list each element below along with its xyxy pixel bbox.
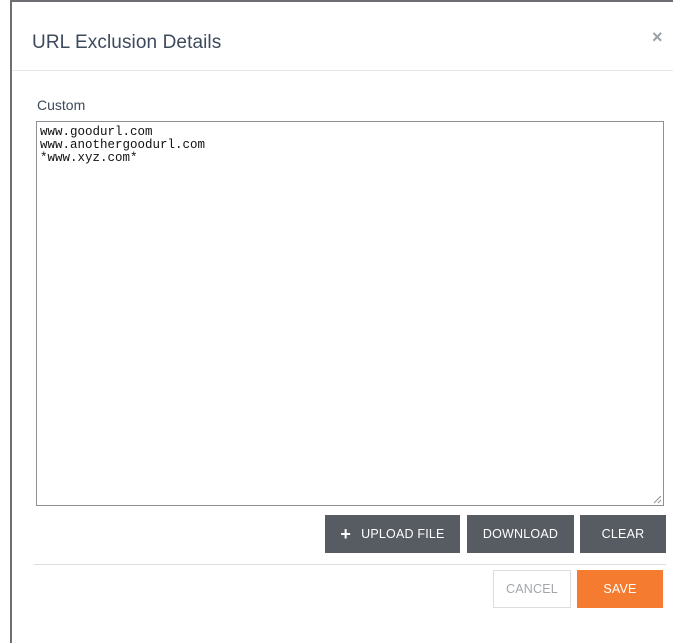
download-button[interactable]: DOWNLOAD xyxy=(467,515,574,553)
header-divider xyxy=(12,70,673,71)
resize-grip-icon[interactable] xyxy=(653,495,662,504)
url-exclusion-dialog: URL Exclusion Details × Custom www.goodu… xyxy=(10,0,673,643)
custom-url-textarea[interactable]: www.goodurl.com www.anothergoodurl.com *… xyxy=(37,122,663,505)
custom-url-textarea-container: www.goodurl.com www.anothergoodurl.com *… xyxy=(36,121,664,506)
plus-icon: + xyxy=(340,524,352,544)
save-label: SAVE xyxy=(603,582,637,596)
clear-label: CLEAR xyxy=(601,527,645,541)
close-icon[interactable]: × xyxy=(652,26,666,48)
cancel-button[interactable]: CANCEL xyxy=(493,570,571,608)
footer-divider xyxy=(34,564,666,565)
upload-file-button[interactable]: + UPLOAD FILE xyxy=(325,515,460,553)
upload-file-label: UPLOAD FILE xyxy=(361,527,445,541)
download-label: DOWNLOAD xyxy=(482,527,559,541)
custom-field-label: Custom xyxy=(37,97,86,113)
cancel-label: CANCEL xyxy=(506,582,558,596)
clear-button[interactable]: CLEAR xyxy=(580,515,666,553)
save-button[interactable]: SAVE xyxy=(577,570,663,608)
dialog-title: URL Exclusion Details xyxy=(32,32,222,53)
